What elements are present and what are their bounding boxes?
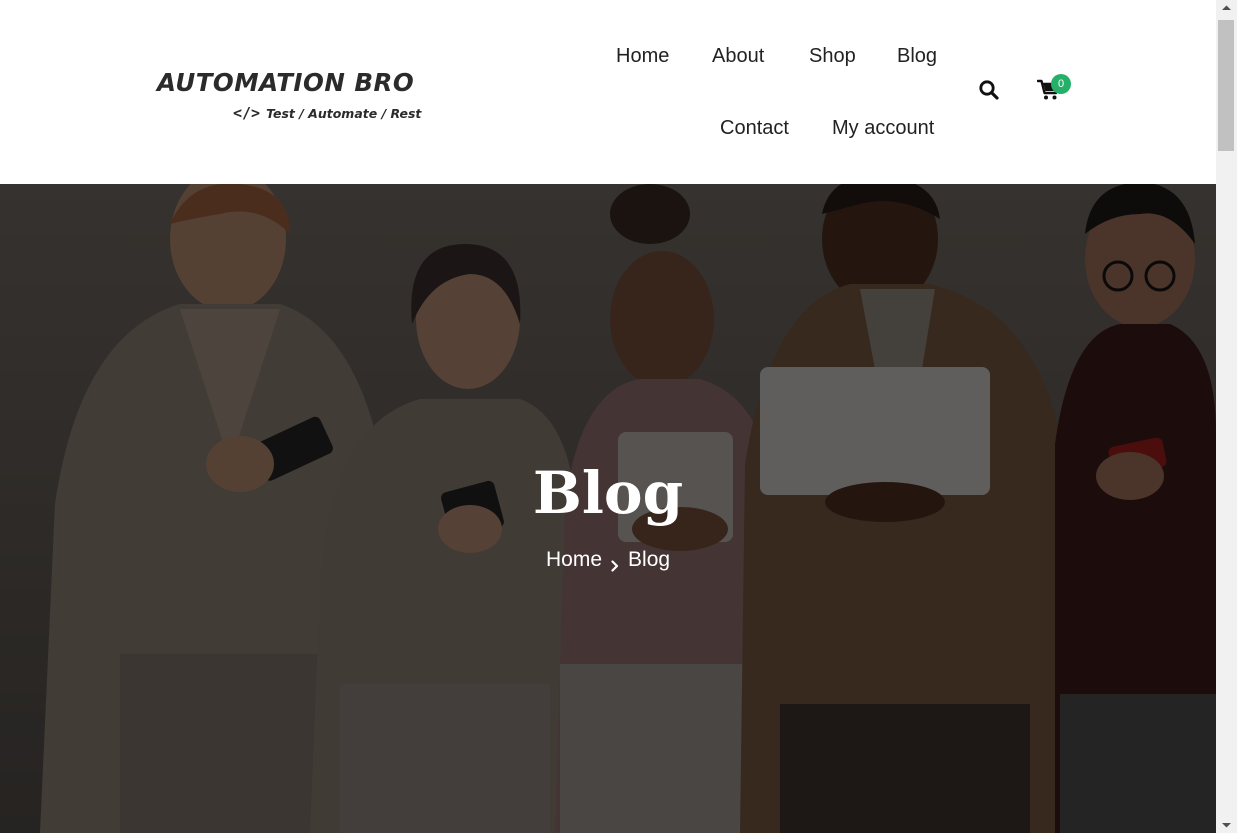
logo-title: AUTOMATION BRO	[157, 68, 415, 97]
nav-my-account[interactable]: My account	[832, 116, 934, 140]
site-header: AUTOMATION BRO </> Test / Automate / Res…	[0, 0, 1216, 184]
cart-count-badge: 0	[1051, 74, 1071, 94]
search-icon[interactable]	[978, 79, 1000, 101]
code-icon: </>	[233, 104, 261, 122]
breadcrumb-current: Blog	[628, 548, 671, 571]
scroll-down-arrow-icon[interactable]	[1216, 817, 1237, 833]
site-logo[interactable]: AUTOMATION BRO </> Test / Automate / Res…	[157, 68, 421, 128]
page-title: Blog	[532, 459, 684, 527]
page-hero: Blog Home Blog	[0, 184, 1216, 833]
scrollbar-thumb[interactable]	[1218, 20, 1234, 151]
nav-contact[interactable]: Contact	[720, 116, 789, 140]
nav-home[interactable]: Home	[616, 44, 669, 68]
scroll-up-arrow-icon[interactable]	[1216, 0, 1237, 16]
breadcrumb-home-link[interactable]: Home	[546, 548, 602, 572]
nav-shop[interactable]: Shop	[809, 44, 856, 68]
breadcrumb: Home Blog	[546, 548, 670, 572]
nav-about[interactable]: About	[712, 44, 764, 68]
logo-tagline: Test / Automate / Rest	[266, 105, 422, 121]
logo-tagline-row: </> Test / Automate / Rest	[233, 104, 421, 122]
nav-blog[interactable]: Blog	[897, 44, 937, 68]
chevron-right-icon	[610, 554, 620, 572]
page-scrollbar[interactable]	[1216, 0, 1237, 833]
